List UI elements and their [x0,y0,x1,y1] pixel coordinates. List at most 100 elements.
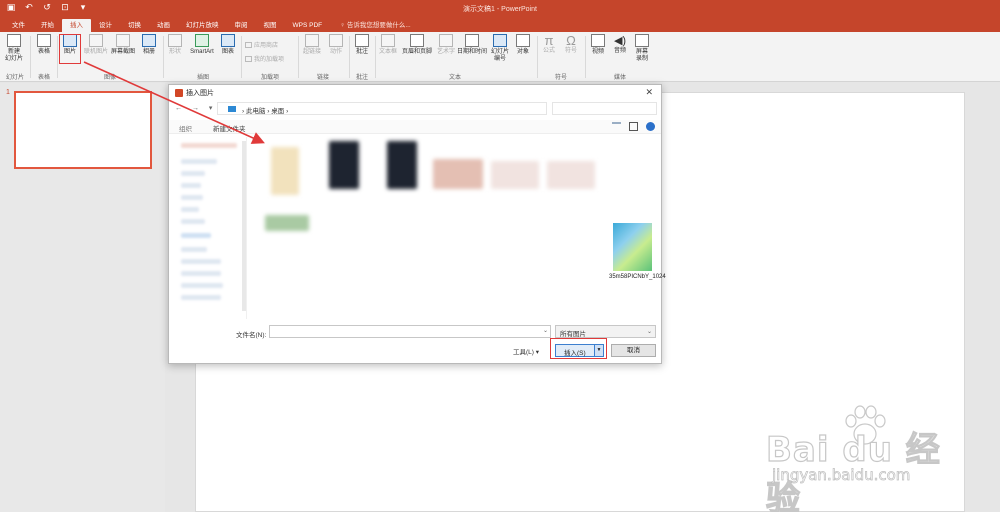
screen-recording-icon [635,34,649,47]
help-icon[interactable] [646,122,655,131]
tab-view[interactable]: 视图 [256,19,285,32]
my-addins-button[interactable]: 我的加载项 [245,54,284,63]
slide-number-icon [493,34,507,47]
album-icon [142,34,156,47]
file-item[interactable] [547,161,595,189]
video-button[interactable]: 视频 [586,34,610,56]
group-label-tables: 表格 [37,75,50,81]
view-options-icon[interactable] [612,122,621,131]
screen-recording-button[interactable]: 屏幕 录制 [630,34,654,63]
ribbon: 新建 幻灯片 表格 图片 联机图片 屏幕截图 相册 形状 SmartArt 图表… [0,32,1000,82]
object-icon [516,34,530,47]
object-button[interactable]: 对象 [511,34,535,56]
powerpoint-icon [175,89,183,98]
tell-me-search[interactable]: ♀ 告诉我您想要做什么... [330,19,411,32]
action-button[interactable]: 动作 [324,34,348,56]
group-label-illustrations: 插图 [196,75,209,81]
new-slide-icon [7,34,21,47]
online-pictures-button[interactable]: 联机图片 [84,34,108,56]
slide-number: 1 [6,89,10,96]
organize-button[interactable]: 组织 [179,123,192,133]
preview-pane-icon[interactable] [629,122,638,131]
file-item[interactable] [491,161,539,189]
search-input[interactable] [552,102,657,115]
camera-icon [116,34,130,47]
shapes-button[interactable]: 形状 [163,34,187,56]
chart-button[interactable]: 图表 [216,34,240,56]
filename-input[interactable]: ⌄ [269,325,551,338]
address-bar[interactable]: › 此电脑 › 桌面 › [217,102,547,115]
tab-animations[interactable]: 动画 [149,19,178,32]
breadcrumb-this-pc[interactable]: 此电脑 [246,108,266,115]
tab-transitions[interactable]: 切换 [120,19,149,32]
speaker-icon: ◀) [613,35,627,47]
textbox-icon [381,34,395,47]
tab-file[interactable]: 文件 [4,19,33,32]
tab-insert[interactable]: 插入 [62,19,91,32]
wordart-icon [439,34,453,47]
computer-icon [228,106,236,112]
window-title: 演示文稿1 - PowerPoint [463,6,537,13]
filename-label: 文件名(N): [236,332,267,339]
shapes-icon [168,34,182,47]
table-button[interactable]: 表格 [32,34,56,56]
tab-slideshow[interactable]: 幻灯片放映 [178,19,227,32]
tab-wps-pdf[interactable]: WPS PDF [285,19,331,32]
group-label-slides: 幻灯片 [5,75,24,81]
datetime-button[interactable]: 日期和时间 [455,34,489,56]
audio-button[interactable]: ◀) 音频 [608,34,632,55]
file-item[interactable] [271,147,299,195]
cancel-button[interactable]: 取消 [611,344,656,357]
insert-button-highlight [550,338,607,359]
file-item[interactable] [265,215,309,231]
chart-icon [221,34,235,47]
textbox-button[interactable]: 文本框 [376,34,400,56]
table-icon [37,34,51,47]
header-footer-button[interactable]: 页眉和页脚 [400,34,434,56]
screenshot-button[interactable]: 屏幕截图 [111,34,135,56]
file-item[interactable] [387,141,417,189]
group-label-addins: 加载项 [260,75,279,81]
tools-button[interactable]: 工具(L) ▾ [513,346,539,356]
pi-icon: π [544,33,554,48]
image-thumbnail[interactable] [613,223,652,271]
slide-thumbnail[interactable] [14,91,152,169]
navigation-row: ← → ▾ ↑ › 此电脑 › 桌面 › [175,102,657,116]
group-label-symbols: 符号 [554,75,567,81]
group-label-comments: 批注 [355,75,368,81]
smartart-button[interactable]: SmartArt [188,34,216,56]
file-item[interactable] [329,141,359,189]
breadcrumb-desktop[interactable]: 桌面 [271,108,284,115]
folder-tree-scrollbar[interactable] [242,141,246,311]
chevron-down-icon[interactable]: ⌄ [543,327,548,334]
breadcrumb: › 此电脑 › 桌面 › [242,108,289,115]
online-pictures-icon [89,34,103,47]
tab-design[interactable]: 设计 [91,19,120,32]
tab-home[interactable]: 开始 [33,19,62,32]
comment-button[interactable]: 批注 [350,34,374,56]
tab-review[interactable]: 审阅 [227,19,256,32]
new-slide-button[interactable]: 新建 幻灯片 [2,34,26,63]
ribbon-tabs: 文件 开始 插入 设计 切换 动画 幻灯片放映 审阅 视图 WPS PDF ♀ … [0,17,1000,32]
picture-button-highlight [59,34,81,64]
symbol-button[interactable]: Ω 符号 [559,34,583,55]
file-item[interactable] [433,159,483,189]
close-icon[interactable]: ✕ [645,87,653,98]
title-bar: ▣ ↶ ↺ ⊡ ▾ 演示文稿1 - PowerPoint [0,0,1000,17]
comment-icon [355,34,369,47]
smartart-icon [195,34,209,47]
group-label-text: 文本 [448,75,461,81]
filetype-select[interactable]: 所有图片 ⌄ [555,325,656,338]
new-folder-button[interactable]: 新建文件夹 [213,123,246,133]
album-button[interactable]: 相册 [137,34,161,56]
slide-number-button[interactable]: 幻灯片 编号 [488,34,512,63]
chevron-down-icon: ⌄ [646,329,652,335]
group-label-links: 链接 [316,75,329,81]
image-filename[interactable]: 35m58PICNbY_1024 [609,273,666,282]
folder-tree[interactable] [169,137,247,319]
store-button[interactable]: 应用商店 [245,40,278,49]
hyperlink-button[interactable]: 超链接 [300,34,324,56]
group-label-images: 图像 [103,75,116,81]
dialog-title: 插入图片 [175,88,214,98]
equation-button[interactable]: π 公式 [537,34,561,55]
